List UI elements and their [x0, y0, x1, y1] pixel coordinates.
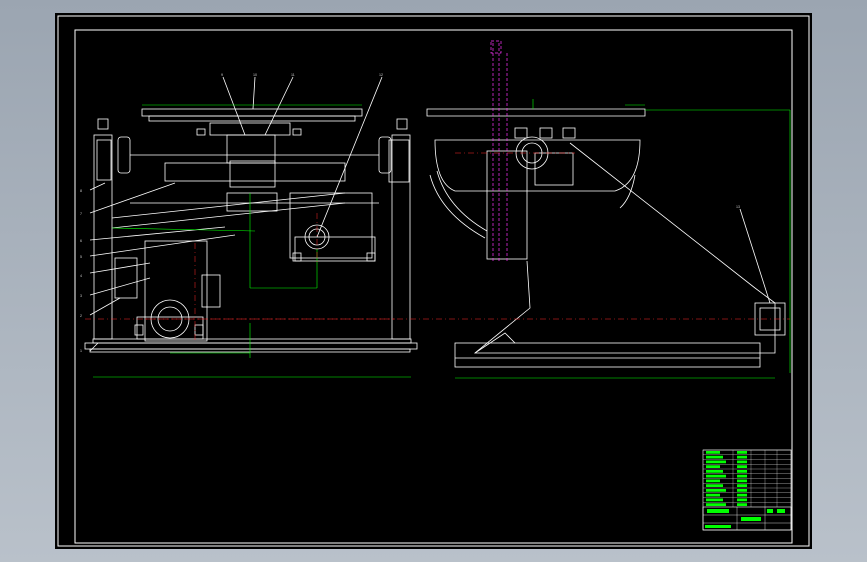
- callout-5: 5: [80, 255, 82, 259]
- parts-row-name: [706, 493, 720, 497]
- parts-row-material: [737, 455, 747, 459]
- parts-row-material: [737, 503, 747, 506]
- parts-row-material: [737, 489, 747, 492]
- callout-2: 2: [80, 314, 82, 318]
- callout-6: 6: [80, 239, 82, 243]
- callout-7: 7: [80, 212, 82, 216]
- parts-row-material: [737, 484, 747, 487]
- callout-11: 11: [291, 73, 295, 77]
- parts-row-name: [706, 489, 726, 492]
- parts-row-material: [737, 474, 747, 478]
- title-block: [702, 449, 792, 531]
- parts-row-name: [706, 474, 726, 478]
- parts-row-material: [737, 460, 747, 464]
- cad-viewport[interactable]: 1 2 3 4 5 6 7 8 9 10 11 12 13: [0, 0, 867, 562]
- front-callouts: 1 2 3 4 5 6 7 8 9 10 11 12: [80, 73, 383, 353]
- side-view: [426, 108, 786, 368]
- cad-drawing: 1 2 3 4 5 6 7 8 9 10 11 12 13: [57, 15, 810, 547]
- parts-row-name: [706, 465, 720, 468]
- parts-row-material: [737, 479, 747, 483]
- parts-row-name: [706, 479, 720, 483]
- parts-row-material: [737, 493, 747, 497]
- side-callouts: 13: [736, 205, 740, 209]
- parts-row-material: [737, 465, 747, 468]
- parts-row-material: [737, 470, 747, 473]
- parts-row-name: [706, 503, 726, 506]
- parts-row-material: [737, 451, 747, 454]
- callout-13: 13: [736, 205, 740, 209]
- parts-row-name: [706, 460, 726, 464]
- callout-8: 8: [80, 189, 82, 193]
- front-centerlines: [145, 213, 395, 343]
- side-dimensions: [455, 99, 791, 379]
- callout-1: 1: [80, 349, 82, 353]
- front-view: [84, 76, 418, 353]
- drawing-sheet: 1 2 3 4 5 6 7 8 9 10 11 12 13: [55, 13, 812, 549]
- parts-row-material: [737, 498, 747, 502]
- parts-row-name: [706, 451, 720, 454]
- parts-row-name: [706, 455, 723, 459]
- inner-frame: [74, 29, 793, 544]
- callout-12: 12: [379, 73, 383, 77]
- callout-3: 3: [80, 294, 82, 298]
- callout-4: 4: [80, 274, 82, 278]
- callout-9: 9: [221, 73, 223, 77]
- parts-row-name: [706, 470, 723, 473]
- parts-row-name: [706, 498, 723, 502]
- parts-row-name: [706, 484, 723, 487]
- parts-list: [703, 449, 791, 507]
- outer-frame: [57, 15, 810, 547]
- front-dimensions: [93, 104, 411, 378]
- callout-10: 10: [253, 73, 257, 77]
- side-centerlines: [85, 152, 790, 320]
